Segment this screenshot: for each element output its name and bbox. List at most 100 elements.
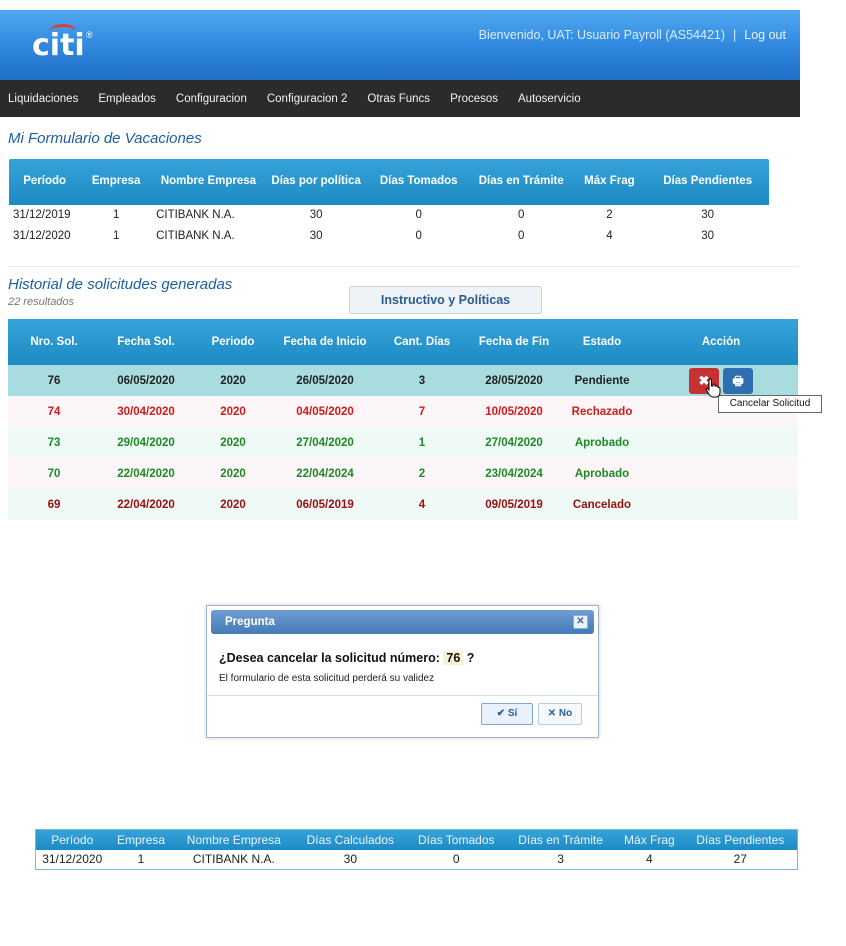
table-cell: CITIBANK N.A.	[156, 229, 235, 242]
nav-item-configuracion[interactable]: Configuracion	[176, 93, 247, 105]
table-cell: 74	[47, 405, 61, 418]
column-header: Fecha Sol.	[117, 335, 175, 348]
form-title: Mi Formulario de Vacaciones	[8, 130, 202, 147]
table-cell: 4	[646, 852, 653, 867]
welcome-separator: |	[733, 28, 737, 42]
column-header: Días Calculados	[306, 832, 395, 847]
main-nav: Liquidaciones Empleados Configuracion Confi…	[0, 80, 800, 117]
table-row: 73 29/04/2020 2020 27/04/2020 1 27/04/2020 Apr…	[8, 427, 798, 458]
dialog-question-text: ¿Desea cancelar la solicitud número:	[219, 651, 440, 665]
table-cell: 04/05/2020	[296, 405, 354, 418]
table-cell: 1	[137, 852, 145, 867]
confirm-dialog: Pregunta ✕ ¿Desea cancelar la solicitud …	[206, 605, 599, 738]
table-cell: Aprobado	[574, 436, 630, 449]
table-cell: 23/04/2024	[485, 467, 543, 480]
table-cell: 4	[606, 229, 613, 242]
nav-item-configuracion-2[interactable]: Configuracion 2	[267, 93, 348, 105]
action-cell: ✖ 🖶	[644, 365, 798, 396]
nav-item-otras-funcs[interactable]: Otras Funcs	[367, 93, 430, 105]
table-row: 74 30/04/2020 2020 04/05/2020 7 10/05/2020 Rec…	[8, 396, 798, 427]
table-cell: 27/04/2020	[296, 436, 354, 449]
table-cell: 30	[701, 229, 715, 242]
table-cell: 1	[418, 436, 426, 449]
logout-link[interactable]: Log out	[744, 28, 786, 42]
column-header: Estado	[582, 335, 622, 348]
results-count: 22 resultados	[8, 296, 75, 308]
column-header: Días Pendientes	[663, 175, 753, 188]
table-row: 31/12/2020 1 CITIBANK N.A. 30 0 0 4 30	[9, 226, 769, 247]
table-cell: 1	[112, 209, 120, 221]
table-cell: 2020	[220, 467, 246, 480]
table-cell: 30/04/2020	[117, 405, 175, 418]
column-header: Nombre Empresa	[160, 175, 257, 188]
column-header: Días Tomados	[418, 832, 495, 847]
table-cell: 7	[418, 405, 426, 418]
nav-item-procesos[interactable]: Procesos	[450, 93, 498, 105]
logo-registered-mark: ®	[86, 30, 93, 40]
table-cell: 73	[47, 436, 61, 449]
table-row[interactable]: 76 06/05/2020 2020 26/05/2020 3 28/05/2020 Pen…	[8, 365, 798, 396]
column-header: Fecha de Inicio	[283, 335, 367, 348]
check-icon: ✔	[496, 708, 506, 719]
summary-table: Período Empresa Nombre Empresa Días Calcula…	[35, 829, 798, 870]
table-cell: 30	[309, 229, 323, 242]
table-header-row: Período Empresa Nombre Empresa Días por pol…	[9, 159, 769, 205]
table-cell: 09/05/2019	[485, 498, 543, 511]
table-cell: Rechazado	[571, 405, 633, 418]
citi-logo[interactable]: citi ®	[32, 24, 102, 64]
nav-item-autoservicio[interactable]: Autoservicio	[518, 93, 581, 105]
column-header: Empresa	[91, 175, 141, 188]
section-divider	[8, 266, 798, 267]
table-cell: CITIBANK N.A.	[156, 209, 235, 221]
column-header: Período	[23, 175, 67, 188]
table-cell: 27/04/2020	[485, 436, 543, 449]
hand-cursor-icon	[705, 378, 721, 398]
nav-item-empleados[interactable]: Empleados	[98, 93, 156, 105]
column-header: Días en Trámite	[478, 175, 564, 188]
table-cell: 30	[309, 209, 323, 221]
table-row: 69 22/04/2020 2020 06/05/2019 4 09/05/2019 Can…	[8, 489, 798, 520]
instructivo-button[interactable]: Instructivo y Políticas	[349, 286, 542, 314]
table-cell: 30	[701, 209, 715, 221]
no-button[interactable]: ✕ No	[538, 703, 582, 725]
dialog-subtitle: El formulario de esta solicitud perderá …	[219, 673, 435, 684]
x-icon: ✕	[547, 708, 557, 719]
table-header-row: Período Empresa Nombre Empresa Días Calcula…	[36, 830, 798, 850]
table-cell: 22/04/2020	[117, 498, 175, 511]
close-icon[interactable]: ✕	[573, 615, 588, 629]
table-cell: 0	[415, 209, 422, 221]
table-cell: Pendiente	[574, 374, 630, 387]
column-header: Período	[51, 832, 94, 847]
print-button[interactable]: 🖶	[723, 367, 753, 394]
table-cell: 2020	[220, 436, 246, 449]
table-cell: 76	[47, 374, 61, 387]
column-header: Máx Frag	[624, 832, 675, 847]
table-cell: 31/12/2019	[13, 209, 71, 221]
table-cell: 70	[47, 467, 61, 480]
table-cell: 0	[518, 229, 525, 242]
column-header: Días Tomados	[379, 175, 458, 188]
history-title: Historial de solicitudes generadas	[8, 276, 233, 293]
history-table: Nro. Sol. Fecha Sol. Periodo Fecha de Inici…	[8, 319, 798, 520]
column-header: Días en Trámite	[518, 832, 603, 847]
yes-button[interactable]: ✔ Sí	[481, 703, 533, 725]
vacation-form-table: Período Empresa Nombre Empresa Días por pol…	[8, 158, 770, 247]
table-cell: 3	[557, 852, 564, 867]
table-cell: 06/05/2020	[117, 374, 175, 387]
table-cell: 0	[452, 852, 460, 867]
table-cell: 69	[47, 498, 61, 511]
app-header: citi ® Bienvenido, UAT: Usuario Payroll …	[0, 10, 800, 80]
dialog-request-number: 76	[443, 651, 464, 665]
dialog-footer-divider	[207, 695, 598, 696]
table-cell: 4	[418, 498, 426, 511]
column-header: Nro. Sol.	[30, 335, 78, 348]
column-header: Acción	[701, 335, 741, 348]
nav-item-liquidaciones[interactable]: Liquidaciones	[8, 93, 78, 105]
table-cell: 2020	[220, 498, 246, 511]
column-header: Empresa	[117, 832, 166, 847]
table-cell: 1	[112, 229, 120, 242]
table-cell: Aprobado	[574, 467, 630, 480]
table-cell: 0	[518, 209, 525, 221]
table-cell: 0	[415, 229, 422, 242]
column-header: Cant. Días	[393, 335, 451, 348]
